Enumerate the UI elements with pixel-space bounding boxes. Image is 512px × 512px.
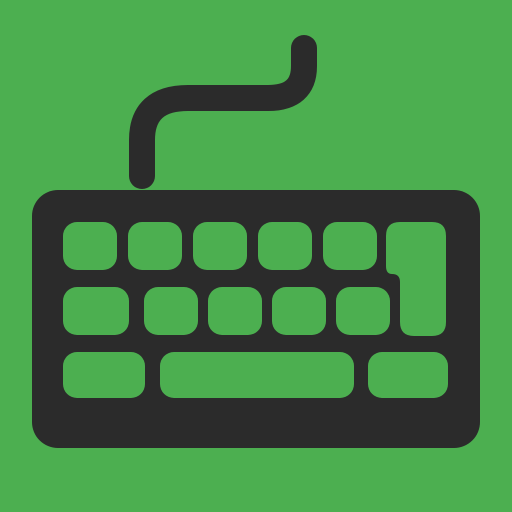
key-row-3 <box>63 352 448 398</box>
key <box>144 287 198 335</box>
key <box>63 222 117 270</box>
key <box>63 287 129 335</box>
key-row-2 <box>63 287 390 335</box>
key <box>208 287 262 335</box>
key <box>63 352 145 398</box>
space-bar-key <box>160 352 354 398</box>
key <box>272 287 326 335</box>
key <box>368 352 448 398</box>
key <box>323 222 377 270</box>
key <box>128 222 182 270</box>
key-row-1 <box>63 222 377 270</box>
key <box>258 222 312 270</box>
app-icon <box>0 0 512 512</box>
keyboard-icon <box>0 0 512 512</box>
key <box>193 222 247 270</box>
key <box>336 287 390 335</box>
